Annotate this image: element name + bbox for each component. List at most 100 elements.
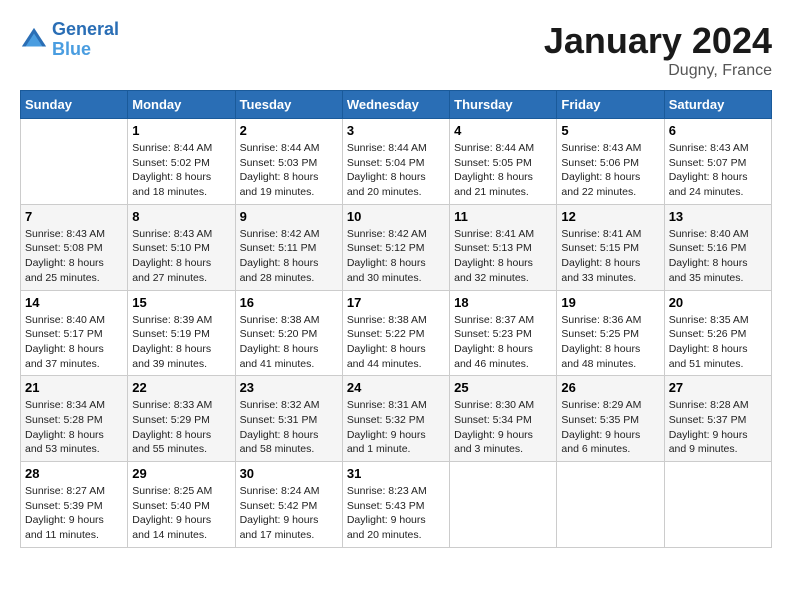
day-info: Sunrise: 8:33 AMSunset: 5:29 PMDaylight:… <box>132 398 230 457</box>
daylight: Daylight: 8 hours and 30 minutes. <box>347 256 445 285</box>
sunrise: Sunrise: 8:43 AM <box>669 141 767 156</box>
day-number: 25 <box>454 380 552 395</box>
sunset: Sunset: 5:20 PM <box>240 327 338 342</box>
logo-text: General Blue <box>52 20 119 60</box>
sunrise: Sunrise: 8:31 AM <box>347 398 445 413</box>
day-info: Sunrise: 8:38 AMSunset: 5:20 PMDaylight:… <box>240 313 338 372</box>
sunset: Sunset: 5:11 PM <box>240 241 338 256</box>
day-info: Sunrise: 8:23 AMSunset: 5:43 PMDaylight:… <box>347 484 445 543</box>
day-number: 21 <box>25 380 123 395</box>
day-number: 5 <box>561 123 659 138</box>
calendar-cell: 12Sunrise: 8:41 AMSunset: 5:15 PMDayligh… <box>557 204 664 290</box>
sunrise: Sunrise: 8:41 AM <box>561 227 659 242</box>
sunset: Sunset: 5:26 PM <box>669 327 767 342</box>
calendar-cell: 2Sunrise: 8:44 AMSunset: 5:03 PMDaylight… <box>235 119 342 205</box>
day-number: 18 <box>454 295 552 310</box>
calendar-cell: 13Sunrise: 8:40 AMSunset: 5:16 PMDayligh… <box>664 204 771 290</box>
day-number: 2 <box>240 123 338 138</box>
month-title: January 2024 <box>544 20 772 62</box>
calendar-cell: 4Sunrise: 8:44 AMSunset: 5:05 PMDaylight… <box>450 119 557 205</box>
day-info: Sunrise: 8:41 AMSunset: 5:13 PMDaylight:… <box>454 227 552 286</box>
calendar-cell <box>450 462 557 548</box>
calendar-cell: 24Sunrise: 8:31 AMSunset: 5:32 PMDayligh… <box>342 376 449 462</box>
day-info: Sunrise: 8:42 AMSunset: 5:11 PMDaylight:… <box>240 227 338 286</box>
calendar-cell: 19Sunrise: 8:36 AMSunset: 5:25 PMDayligh… <box>557 290 664 376</box>
day-number: 15 <box>132 295 230 310</box>
day-info: Sunrise: 8:24 AMSunset: 5:42 PMDaylight:… <box>240 484 338 543</box>
col-header-thursday: Thursday <box>450 91 557 119</box>
daylight: Daylight: 8 hours and 41 minutes. <box>240 342 338 371</box>
sunset: Sunset: 5:08 PM <box>25 241 123 256</box>
calendar-cell: 27Sunrise: 8:28 AMSunset: 5:37 PMDayligh… <box>664 376 771 462</box>
day-number: 31 <box>347 466 445 481</box>
daylight: Daylight: 9 hours and 3 minutes. <box>454 428 552 457</box>
day-number: 24 <box>347 380 445 395</box>
location: Dugny, France <box>544 62 772 80</box>
daylight: Daylight: 8 hours and 37 minutes. <box>25 342 123 371</box>
sunset: Sunset: 5:31 PM <box>240 413 338 428</box>
calendar-cell: 1 Sunrise: 8:44 AMSunset: 5:02 PMDaylight… <box>128 119 235 205</box>
sunset: Sunset: 5:35 PM <box>561 413 659 428</box>
day-info: Sunrise: 8:28 AMSunset: 5:37 PMDaylight:… <box>669 398 767 457</box>
title-block: January 2024 Dugny, France <box>544 20 772 80</box>
day-number: 1 <box>132 123 230 138</box>
logo-icon <box>20 26 48 54</box>
day-info: Sunrise: 8:34 AMSunset: 5:28 PMDaylight:… <box>25 398 123 457</box>
calendar-cell: 5Sunrise: 8:43 AMSunset: 5:06 PMDaylight… <box>557 119 664 205</box>
day-info: Sunrise: 8:43 AMSunset: 5:10 PMDaylight:… <box>132 227 230 286</box>
day-info: Sunrise: 8:44 AMSunset: 5:05 PMDaylight:… <box>454 141 552 200</box>
daylight: Daylight: 8 hours and 53 minutes. <box>25 428 123 457</box>
col-header-saturday: Saturday <box>664 91 771 119</box>
day-number: 7 <box>25 209 123 224</box>
sunset: Sunset: 5:39 PM <box>25 499 123 514</box>
day-info: Sunrise: 8:30 AMSunset: 5:34 PMDaylight:… <box>454 398 552 457</box>
sunset: Sunset: 5:37 PM <box>669 413 767 428</box>
day-number: 11 <box>454 209 552 224</box>
sunrise: Sunrise: 8:44 AM <box>240 141 338 156</box>
daylight: Daylight: 8 hours and 27 minutes. <box>132 256 230 285</box>
daylight: Daylight: 8 hours and 25 minutes. <box>25 256 123 285</box>
calendar-cell <box>557 462 664 548</box>
day-number: 19 <box>561 295 659 310</box>
sunset: Sunset: 5:10 PM <box>132 241 230 256</box>
sunrise: Sunrise: 8:43 AM <box>25 227 123 242</box>
sunrise: Sunrise: 8:43 AM <box>561 141 659 156</box>
calendar-cell: 30 Sunrise: 8:24 AMSunset: 5:42 PMDayligh… <box>235 462 342 548</box>
sunrise: Sunrise: 8:42 AM <box>347 227 445 242</box>
sunrise: Sunrise: 8:40 AM <box>669 227 767 242</box>
col-header-wednesday: Wednesday <box>342 91 449 119</box>
sunrise: Sunrise: 8:38 AM <box>347 313 445 328</box>
sunrise: Sunrise: 8:30 AM <box>454 398 552 413</box>
logo: General Blue <box>20 20 119 60</box>
sunrise: Sunrise: 8:37 AM <box>454 313 552 328</box>
sunset: Sunset: 5:06 PM <box>561 156 659 171</box>
sunset: Sunset: 5:32 PM <box>347 413 445 428</box>
calendar-cell: 29Sunrise: 8:25 AMSunset: 5:40 PMDayligh… <box>128 462 235 548</box>
day-info: Sunrise: 8:43 AMSunset: 5:08 PMDaylight:… <box>25 227 123 286</box>
col-header-monday: Monday <box>128 91 235 119</box>
day-info: Sunrise: 8:25 AMSunset: 5:40 PMDaylight:… <box>132 484 230 543</box>
day-info: Sunrise: 8:44 AMSunset: 5:02 PMDaylight:… <box>132 141 230 200</box>
page-header: General Blue January 2024 Dugny, France <box>20 20 772 80</box>
day-number: 14 <box>25 295 123 310</box>
sunset: Sunset: 5:29 PM <box>132 413 230 428</box>
day-number: 30 <box>240 466 338 481</box>
sunset: Sunset: 5:13 PM <box>454 241 552 256</box>
calendar-cell: 17Sunrise: 8:38 AMSunset: 5:22 PMDayligh… <box>342 290 449 376</box>
day-number: 16 <box>240 295 338 310</box>
daylight: Daylight: 8 hours and 19 minutes. <box>240 170 338 199</box>
sunrise: Sunrise: 8:39 AM <box>132 313 230 328</box>
day-number: 10 <box>347 209 445 224</box>
sunrise: Sunrise: 8:27 AM <box>25 484 123 499</box>
day-number: 13 <box>669 209 767 224</box>
sunrise: Sunrise: 8:35 AM <box>669 313 767 328</box>
sunrise: Sunrise: 8:36 AM <box>561 313 659 328</box>
daylight: Daylight: 8 hours and 18 minutes. <box>132 170 230 199</box>
daylight: Daylight: 8 hours and 44 minutes. <box>347 342 445 371</box>
day-number: 6 <box>669 123 767 138</box>
day-info: Sunrise: 8:41 AMSunset: 5:15 PMDaylight:… <box>561 227 659 286</box>
sunrise: Sunrise: 8:24 AM <box>240 484 338 499</box>
calendar-table: SundayMondayTuesdayWednesdayThursdayFrid… <box>20 90 772 548</box>
sunset: Sunset: 5:17 PM <box>25 327 123 342</box>
daylight: Daylight: 9 hours and 9 minutes. <box>669 428 767 457</box>
